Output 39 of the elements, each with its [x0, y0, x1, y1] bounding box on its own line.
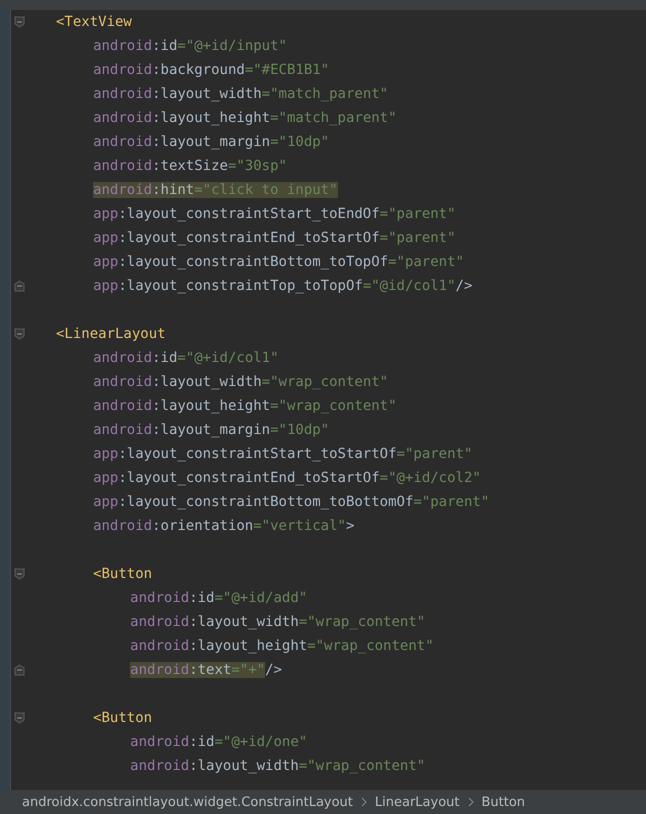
fold-icon[interactable] — [14, 712, 25, 724]
breadcrumb-item[interactable]: Button — [482, 794, 526, 810]
code-line: android:layout_width="wrap_content" — [92, 373, 388, 392]
fold-end-icon[interactable] — [14, 280, 25, 292]
code-line: android:id="@+id/input" — [92, 37, 287, 56]
code-line: android:textSize="30sp" — [92, 157, 287, 176]
fold-icon[interactable] — [14, 328, 25, 340]
code-line: android:id="@+id/col1" — [92, 349, 279, 368]
code-line: app:layout_constraintBottom_toBottomOf="parent" — [92, 493, 490, 512]
code-line: android:layout_height="wrap_content" — [129, 637, 434, 656]
code-line: android:orientation="vertical"> — [92, 517, 354, 536]
code-line: android:layout_width="wrap_content" — [129, 757, 426, 776]
code-line: android:background="#ECB1B1" — [92, 61, 330, 80]
chevron-icon — [360, 797, 367, 807]
code-line: android:id="@+id/add" — [129, 589, 308, 608]
code-line: app:layout_constraintEnd_toStartOf="parent" — [92, 229, 456, 248]
code-line: app:layout_constraintStart_toStartOf="parent" — [92, 445, 472, 464]
code-line: android:layout_width="match_parent" — [92, 85, 388, 104]
code-line: app:layout_constraintBottom_toTopOf="parent" — [92, 253, 464, 272]
fold-end-icon[interactable] — [14, 664, 25, 676]
code-line: <LinearLayout — [56, 325, 166, 344]
fold-icon[interactable] — [14, 568, 25, 580]
code-line: app:layout_constraintStart_toEndOf="parent" — [92, 205, 456, 224]
fold-icon[interactable] — [14, 16, 25, 28]
breadcrumb-item[interactable]: LinearLayout — [374, 794, 460, 810]
code-line: <Button — [92, 709, 152, 728]
code-line: android:layout_margin="10dp" — [92, 133, 330, 152]
code-line: <Button — [92, 565, 152, 584]
code-line: app:layout_constraintTop_toTopOf="@id/col1"/> — [92, 277, 472, 296]
code-line: app:layout_constraintEnd_toStartOf="@+id/col2" — [92, 469, 481, 488]
breadcrumb-item[interactable]: androidx.constraintlayout.widget.ConstraintLayout — [22, 794, 353, 810]
code-line: android:layout_height="wrap_content" — [92, 397, 397, 416]
code-line: android:layout_margin="10dp" — [92, 421, 330, 440]
code-line: android:layout_width="wrap_content" — [129, 613, 426, 632]
code-line: <TextView — [56, 13, 132, 32]
code-line: android:id="@+id/one" — [129, 733, 308, 752]
code-line: android:layout_height="match_parent" — [92, 109, 397, 128]
chevron-icon — [468, 797, 474, 807]
code-line: android:text="+"/> — [129, 661, 282, 680]
